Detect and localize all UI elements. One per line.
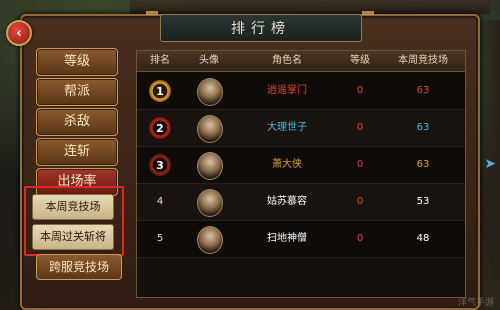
submenu-weekly-arena[interactable]: 本周竞技场 — [32, 194, 114, 220]
player-name: 逍遥掌门 — [267, 85, 307, 96]
menu-item-cross-server-arena[interactable]: 跨服竞技场 — [36, 254, 122, 280]
title-ornament-left — [146, 11, 158, 15]
title-bar: 排行榜 — [160, 14, 362, 42]
submenu-highlight: 本周竞技场 本周过关斩将 — [24, 186, 124, 256]
avatar — [197, 152, 223, 180]
header-avatar: 头像 — [199, 55, 219, 66]
table-row[interactable]: 1 逍遥掌门 0 63 — [137, 73, 465, 110]
back-arrow-icon: ‹ — [16, 25, 22, 41]
watermark: 洋气手游 — [457, 298, 494, 308]
player-score: 53 — [416, 196, 430, 207]
ranking-table: 排名 头像 角色名 等级 本周竞技场 1 逍遥掌门 0 63 2 大理世子 0 … — [136, 50, 466, 298]
player-name: 姑苏慕容 — [267, 196, 307, 207]
player-rank: 4 — [156, 196, 164, 207]
back-button[interactable]: ‹ — [6, 20, 32, 46]
player-level: 0 — [356, 233, 364, 244]
avatar — [197, 226, 223, 254]
player-name: 扫地神僧 — [267, 233, 307, 244]
header-weekly-arena: 本周竞技场 — [398, 55, 448, 66]
menu-item-level[interactable]: 等级 — [36, 48, 118, 76]
title-ornament-right — [362, 11, 374, 15]
player-rank: 5 — [156, 233, 164, 244]
player-level: 0 — [356, 159, 364, 170]
avatar — [197, 189, 223, 217]
player-score: 63 — [416, 85, 430, 96]
player-score: 63 — [416, 159, 430, 170]
rank-badge-silver-icon: 2 — [149, 117, 171, 139]
player-level: 0 — [356, 196, 364, 207]
arrow-right-icon[interactable]: ➤ — [484, 156, 496, 172]
table-row[interactable]: 3 萧大侠 0 63 — [137, 147, 465, 184]
header-name: 角色名 — [272, 55, 302, 66]
menu-item-kills[interactable]: 杀敌 — [36, 108, 118, 136]
player-level: 0 — [356, 122, 364, 133]
submenu-weekly-stages[interactable]: 本周过关斩将 — [32, 224, 114, 250]
menu-item-guild[interactable]: 帮派 — [36, 78, 118, 106]
table-header: 排名 头像 角色名 等级 本周竞技场 — [137, 51, 465, 72]
table-row[interactable]: 4 姑苏慕容 0 53 — [137, 184, 465, 221]
rank-badge-bronze-icon: 3 — [149, 154, 171, 176]
header-level: 等级 — [350, 55, 370, 66]
avatar — [197, 115, 223, 143]
header-rank: 排名 — [150, 55, 170, 66]
player-level: 0 — [356, 85, 364, 96]
rank-badge-gold-icon: 1 — [149, 80, 171, 102]
table-row[interactable]: 2 大理世子 0 63 — [137, 110, 465, 147]
hud-top-bar — [130, 0, 490, 14]
menu-item-combo[interactable]: 连斩 — [36, 138, 118, 166]
player-name: 大理世子 — [267, 122, 307, 133]
player-score: 63 — [416, 122, 430, 133]
table-row[interactable]: 5 扫地神僧 0 48 — [137, 221, 465, 258]
player-name: 萧大侠 — [272, 159, 302, 170]
player-score: 48 — [416, 233, 430, 244]
avatar — [197, 78, 223, 106]
page-title: 排行榜 — [231, 21, 291, 37]
hud-right-edge — [478, 20, 500, 280]
